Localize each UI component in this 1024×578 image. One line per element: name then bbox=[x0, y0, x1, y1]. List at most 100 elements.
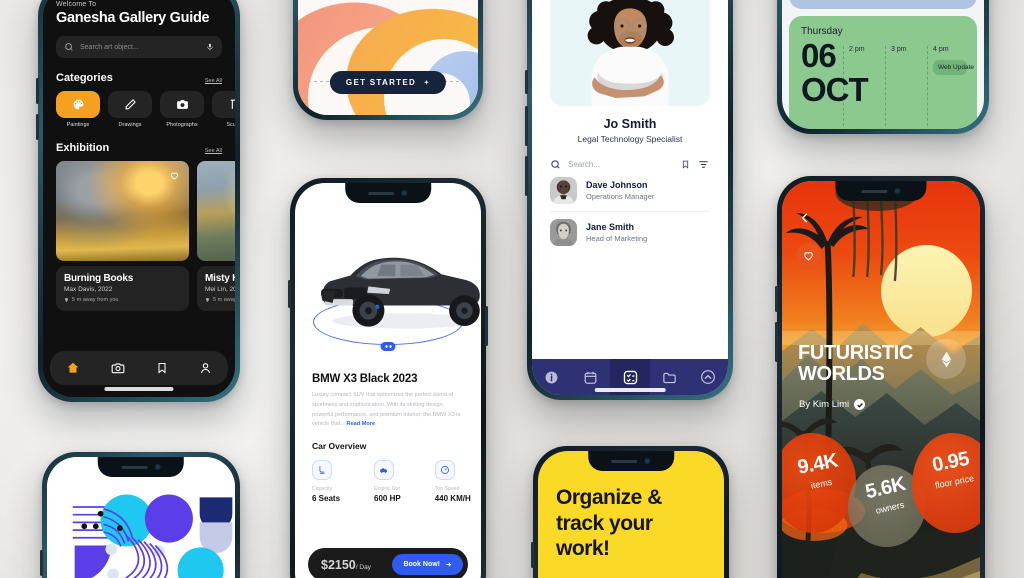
category-chip[interactable] bbox=[212, 91, 235, 118]
calendar-hour-label: 3 pm bbox=[891, 46, 907, 53]
speaker-portrait bbox=[587, 0, 674, 106]
gallery-exhibition-heading: Exhibition bbox=[56, 142, 110, 154]
gallery-bottom-nav bbox=[50, 351, 228, 385]
car-price-unit: / Day bbox=[355, 563, 371, 571]
speaker-role: Head of Marketing bbox=[586, 234, 648, 243]
calendar-day-card[interactable]: Thursday 06 OCT 2 pm 3 pm 4 pm Web Update bbox=[789, 16, 977, 129]
microphone-icon[interactable] bbox=[206, 42, 214, 52]
car-rotate-handle[interactable] bbox=[380, 342, 396, 351]
phone-nft-app: FUTURISTIC WORLDS By Kim Limi 9.4K items… bbox=[775, 176, 985, 578]
exhibition-distance: 5 m away from you bbox=[64, 297, 181, 303]
calendar-event[interactable]: Web Update bbox=[933, 60, 974, 75]
car-screen: BMW X3 Black 2023 Luxury compact SUV tha… bbox=[295, 183, 481, 578]
featured-speaker-role: Legal Technology Specialist bbox=[577, 134, 683, 144]
exhibition-card[interactable]: Burning Books Max Davis, 2022 5 m away f… bbox=[56, 161, 189, 311]
gallery-category-drawings[interactable]: Drawings bbox=[108, 91, 152, 128]
spec-label: Capacity bbox=[312, 486, 333, 493]
speedometer-icon-box bbox=[434, 460, 455, 481]
gallery-exhibition-see-all[interactable]: See All bbox=[205, 148, 222, 154]
exhibition-card[interactable]: Misty Hi Mei Lin, 2023 5 m away fro bbox=[197, 161, 235, 311]
phone-abstract-art-app bbox=[40, 452, 240, 578]
nft-title-line-2: WORLDS bbox=[798, 363, 885, 385]
nft-author: By Kim Limi bbox=[799, 399, 866, 410]
spec-value: 6 Seats bbox=[312, 494, 341, 504]
like-button[interactable] bbox=[796, 243, 821, 268]
avatar bbox=[550, 177, 577, 204]
checklist-icon bbox=[623, 370, 637, 384]
speaker-list-item[interactable]: Jane Smith Head of Marketing bbox=[550, 212, 710, 253]
exhibition-artwork-image bbox=[56, 161, 189, 261]
location-pin-icon bbox=[65, 297, 68, 303]
engine-icon-box bbox=[374, 460, 395, 481]
calendar-hour-columns: 2 pm 3 pm 4 pm Web Update bbox=[843, 46, 974, 126]
speakers-search-placeholder[interactable]: Search... bbox=[568, 160, 674, 169]
nav-item-info[interactable] bbox=[532, 359, 571, 395]
exhibition-artist: Max Davis, 2022 bbox=[64, 286, 113, 293]
calendar-screen: OCT Meeting Thursday 06 OCT 2 pm 3 pm 4 … bbox=[782, 0, 984, 129]
sculpture-icon bbox=[230, 99, 235, 109]
chevron-left-icon bbox=[801, 213, 808, 223]
phone-notch bbox=[588, 451, 674, 471]
gallery-categories-list: Paintings Drawings Photographs Scu bbox=[56, 91, 235, 128]
palette-icon bbox=[73, 99, 83, 110]
profile-icon[interactable] bbox=[199, 361, 212, 375]
phone-car-rental-app: BMW X3 Black 2023 Luxury compact SUV tha… bbox=[288, 178, 488, 578]
category-label: Sculpt bbox=[226, 122, 235, 128]
phone-notch bbox=[835, 181, 927, 201]
calendar-day-card[interactable]: OCT Meeting bbox=[789, 0, 977, 9]
speakers-screen: Speakers bbox=[532, 0, 728, 395]
avatar-photo bbox=[550, 219, 577, 246]
calendar-hour-column[interactable]: 3 pm bbox=[885, 46, 925, 126]
gallery-category-sculpture[interactable]: Sculpt bbox=[212, 91, 235, 128]
back-button[interactable] bbox=[796, 209, 814, 227]
category-chip[interactable] bbox=[56, 91, 100, 118]
exhibition-artwork-image bbox=[197, 161, 235, 261]
category-chip[interactable] bbox=[108, 91, 152, 118]
phone-speakers-app: Speakers bbox=[525, 0, 733, 400]
calendar-hour-label: 4 pm bbox=[933, 46, 949, 53]
gallery-app-title: Ganesha Gallery Guide bbox=[56, 10, 210, 26]
distance-text: 5 m away fro bbox=[213, 297, 235, 303]
category-chip[interactable] bbox=[160, 91, 204, 118]
nav-item-expand[interactable] bbox=[689, 359, 728, 395]
info-icon bbox=[545, 371, 558, 383]
exhibition-meta: Burning Books Max Davis, 2022 5 m away f… bbox=[56, 266, 189, 311]
car-price: $2150/ Day bbox=[321, 558, 371, 572]
car-specs-list: Capacity 6 Seats Engine Out 600 HP Top S… bbox=[312, 460, 471, 503]
phone-gallery-app: Welcome To Ganesha Gallery Guide Search … bbox=[36, 0, 240, 402]
speaker-name: Dave Johnson bbox=[586, 180, 648, 190]
sparkle-icon bbox=[423, 79, 430, 85]
home-icon[interactable] bbox=[66, 361, 80, 375]
search-icon[interactable] bbox=[550, 159, 561, 170]
filter-icon[interactable] bbox=[697, 159, 710, 170]
calendar-hour-column[interactable]: 4 pm Web Update bbox=[927, 46, 974, 126]
phone-onboarding-app: GET STARTED bbox=[293, 0, 483, 120]
book-now-button[interactable]: Book Now! bbox=[392, 554, 463, 575]
featured-speaker-photo bbox=[550, 0, 710, 106]
get-started-button[interactable]: GET STARTED bbox=[329, 71, 447, 94]
bookmark-icon[interactable] bbox=[156, 361, 168, 375]
task-headline-line-3: work! bbox=[556, 537, 610, 561]
heart-icon bbox=[804, 252, 813, 261]
gallery-category-photographs[interactable]: Photographs bbox=[160, 91, 204, 128]
category-label: Paintings bbox=[66, 122, 90, 128]
bookmark-icon[interactable] bbox=[681, 159, 690, 170]
exhibition-meta: Misty Hi Mei Lin, 2023 5 m away fro bbox=[197, 266, 235, 311]
phone-notch bbox=[345, 183, 431, 203]
camera-icon[interactable] bbox=[111, 361, 125, 375]
gallery-screen: Welcome To Ganesha Gallery Guide Search … bbox=[43, 0, 235, 397]
favorite-icon[interactable] bbox=[167, 168, 182, 183]
ethereum-badge[interactable] bbox=[926, 339, 966, 379]
speedometer-icon bbox=[440, 466, 449, 475]
read-more-link[interactable]: Read More bbox=[347, 421, 376, 427]
category-label: Drawings bbox=[118, 122, 142, 128]
car-overview-heading: Car Overview bbox=[312, 441, 367, 452]
car-spec-capacity: Capacity 6 Seats bbox=[312, 460, 340, 503]
gallery-categories-see-all[interactable]: See All bbox=[205, 78, 222, 84]
onboarding-artwork bbox=[298, 0, 478, 115]
car-description: Luxury compact SUV that epitomizes the p… bbox=[312, 391, 464, 430]
calendar-hour-column[interactable]: 2 pm bbox=[843, 46, 883, 126]
gallery-category-paintings[interactable]: Paintings bbox=[56, 91, 100, 128]
gallery-search-bar[interactable]: Search art object... bbox=[56, 36, 222, 58]
speaker-list-item[interactable]: Dave Johnson Operations Manager bbox=[550, 170, 710, 212]
